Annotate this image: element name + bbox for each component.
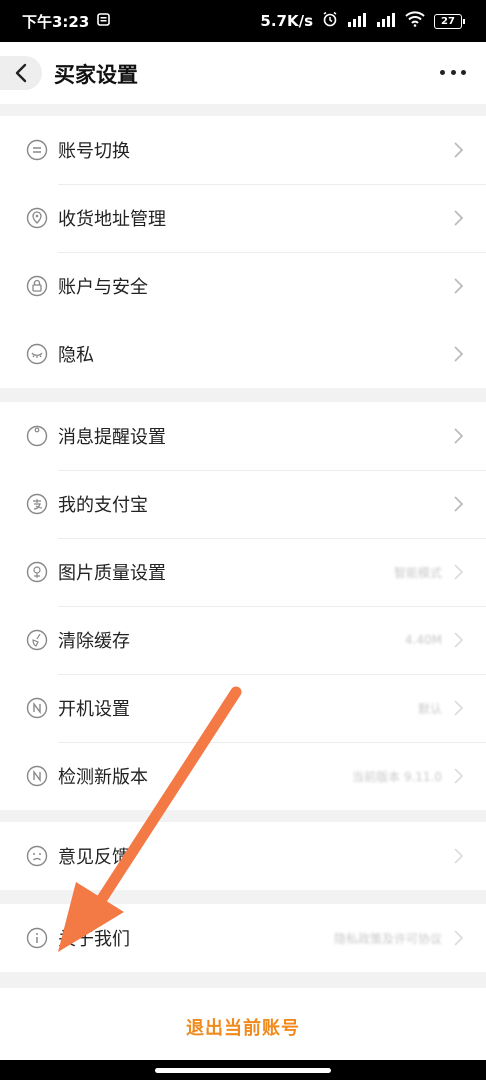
row-label: 图片质量设置 <box>58 563 166 584</box>
eye-closed-icon <box>26 343 48 365</box>
row-label: 检测新版本 <box>58 767 148 788</box>
setting-row-security[interactable]: 账户与安全 <box>0 252 486 320</box>
logout-label: 退出当前账号 <box>186 1018 300 1039</box>
frown-face-icon <box>26 845 48 867</box>
setting-row-address[interactable]: 收货地址管理 <box>0 184 486 252</box>
location-pin-icon <box>26 207 48 229</box>
broom-icon <box>26 629 48 651</box>
settings-group-account: 账号切换 收货地址管理 账户与安全 <box>0 116 486 320</box>
status-time: 下午3:23 <box>22 12 90 31</box>
row-value: 4.40M <box>404 633 442 647</box>
header: 买家设置 <box>0 42 486 104</box>
info-icon <box>26 927 48 949</box>
settings-group-privacy: 隐私 <box>0 320 486 388</box>
more-dot-icon <box>450 69 456 75</box>
row-label: 消息提醒设置 <box>58 427 166 448</box>
setting-row-switch-account[interactable]: 账号切换 <box>0 116 486 184</box>
setting-row-privacy[interactable]: 隐私 <box>0 320 486 388</box>
chevron-right-icon <box>454 210 464 226</box>
chevron-right-icon <box>454 564 464 580</box>
image-quality-icon <box>26 561 48 583</box>
row-label: 账号切换 <box>58 141 130 162</box>
chevron-right-icon <box>454 346 464 362</box>
battery-level: 27 <box>441 15 455 27</box>
chevron-right-icon <box>454 142 464 158</box>
battery-icon: 27 <box>434 13 465 29</box>
row-value: 隐私政策及许可协议 <box>333 931 442 946</box>
signal-hd-icon <box>347 12 367 31</box>
row-label: 意见反馈 <box>58 847 130 868</box>
status-bar: 下午3:23 5.7K/s 27 <box>0 0 486 42</box>
chevron-right-icon <box>454 700 464 716</box>
net-speed: 5.7K/s <box>260 12 313 30</box>
more-menu-button[interactable] <box>440 62 466 82</box>
setting-row-notifications[interactable]: 消息提醒设置 <box>0 402 486 470</box>
home-indicator[interactable] <box>155 1067 331 1073</box>
setting-row-check-version[interactable]: 检测新版本 当前版本 9.11.0 <box>0 742 486 810</box>
chevron-right-icon <box>454 768 464 784</box>
status-right: 5.7K/s 27 <box>260 11 465 31</box>
back-button[interactable] <box>0 56 42 90</box>
notification-icon <box>97 12 111 30</box>
chevron-left-icon <box>15 63 27 83</box>
n-circle-icon <box>26 765 48 787</box>
row-value: 当前版本 9.11.0 <box>352 769 442 784</box>
setting-row-image-quality[interactable]: 图片质量设置 智能模式 <box>0 538 486 606</box>
row-value: 智能模式 <box>393 565 442 580</box>
row-label: 我的支付宝 <box>58 495 148 516</box>
setting-row-alipay[interactable]: 我的支付宝 <box>0 470 486 538</box>
row-label: 关于我们 <box>58 929 130 950</box>
alipay-icon <box>26 493 48 515</box>
chevron-right-icon <box>454 848 464 864</box>
chevron-right-icon <box>454 428 464 444</box>
chevron-right-icon <box>454 632 464 648</box>
gesture-bar <box>0 1060 486 1080</box>
logout-button[interactable]: 退出当前账号 <box>0 988 486 1066</box>
wifi-icon <box>405 11 425 31</box>
switch-account-icon <box>26 139 48 161</box>
n-circle-icon <box>26 697 48 719</box>
chevron-right-icon <box>454 278 464 294</box>
row-label: 隐私 <box>58 345 94 366</box>
row-label: 账户与安全 <box>58 277 148 298</box>
more-dot-icon <box>440 69 445 75</box>
more-dot-icon <box>461 69 466 75</box>
chevron-right-icon <box>454 930 464 946</box>
chevron-right-icon <box>454 496 464 512</box>
row-label: 清除缓存 <box>58 631 130 652</box>
setting-row-feedback[interactable]: 意见反馈 <box>0 822 486 890</box>
setting-row-about[interactable]: 关于我们 隐私政策及许可协议 <box>0 904 486 972</box>
alarm-icon <box>322 11 338 31</box>
signal-icon <box>376 12 396 31</box>
status-left: 下午3:23 <box>22 11 111 32</box>
settings-group-about: 关于我们 隐私政策及许可协议 <box>0 904 486 972</box>
row-label: 收货地址管理 <box>58 209 166 230</box>
row-value: 默认 <box>417 701 442 716</box>
settings-group-feedback: 意见反馈 <box>0 822 486 890</box>
setting-row-startup[interactable]: 开机设置 默认 <box>0 674 486 742</box>
setting-row-clear-cache[interactable]: 清除缓存 4.40M <box>0 606 486 674</box>
lock-icon <box>26 275 48 297</box>
bell-icon <box>26 425 48 447</box>
settings-group-general: 消息提醒设置 我的支付宝 图片质量设置 智能模式 清除缓存 4.40M 开机设置… <box>0 402 486 810</box>
page-title: 买家设置 <box>54 63 138 87</box>
row-label: 开机设置 <box>58 699 130 720</box>
